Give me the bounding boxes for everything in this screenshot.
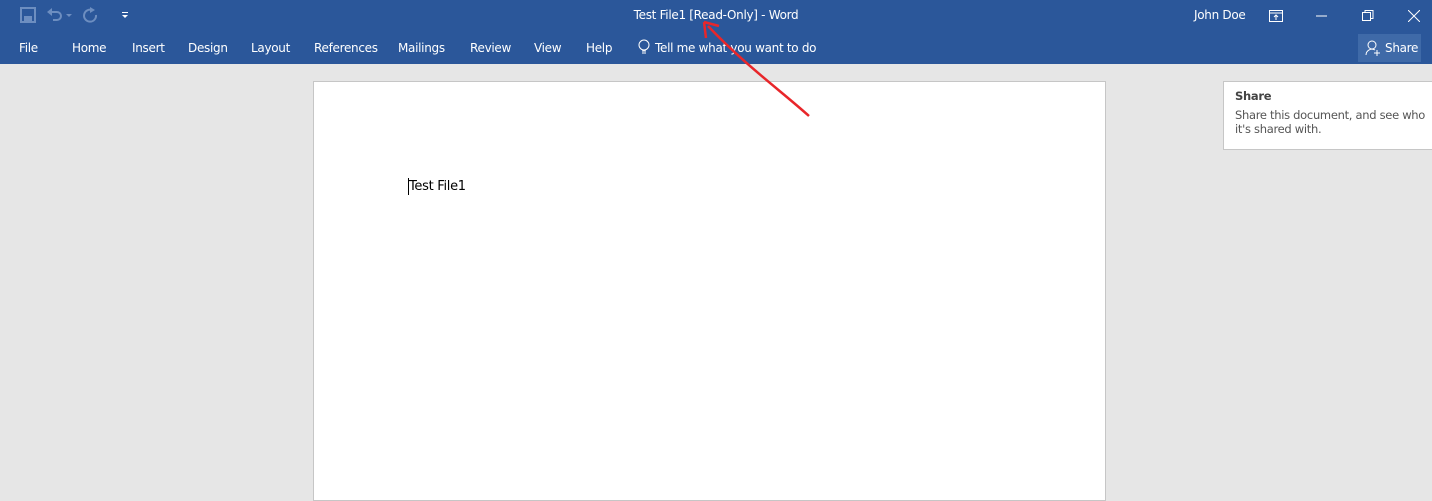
tab-references[interactable]: References [314, 41, 378, 55]
document-page[interactable]: Test File1 [313, 81, 1106, 501]
close-icon [1408, 10, 1420, 22]
share-tooltip: Share Share this document, and see who i… [1223, 81, 1432, 150]
title-bar: Test File1 [Read-Only] - Word John Doe [0, 0, 1432, 32]
ribbon-display-options-button[interactable] [1253, 0, 1299, 32]
tab-review[interactable]: Review [470, 41, 511, 55]
restore-button[interactable] [1345, 0, 1391, 32]
tab-insert[interactable]: Insert [132, 41, 165, 55]
tab-view[interactable]: View [534, 41, 562, 55]
tell-me-label: Tell me what you want to do [655, 41, 817, 55]
share-button[interactable]: Share [1358, 34, 1421, 62]
tell-me-search[interactable]: Tell me what you want to do [638, 39, 817, 55]
tab-file[interactable]: File [19, 41, 38, 55]
close-button[interactable] [1391, 0, 1432, 32]
tab-mailings[interactable]: Mailings [398, 41, 445, 55]
tab-help[interactable]: Help [586, 41, 612, 55]
lightbulb-icon [638, 39, 650, 54]
minimize-button[interactable] [1299, 0, 1345, 32]
ribbon-display-icon [1269, 10, 1283, 22]
ribbon-tabs: File Home Insert Design Layout Reference… [0, 32, 1432, 64]
restore-icon [1362, 10, 1374, 21]
tab-design[interactable]: Design [188, 41, 228, 55]
tab-home[interactable]: Home [72, 41, 107, 55]
add-person-icon [1365, 40, 1380, 56]
minimize-icon [1316, 15, 1327, 17]
share-label: Share [1385, 41, 1419, 55]
tooltip-title: Share [1235, 89, 1272, 103]
user-name[interactable]: John Doe [1194, 8, 1246, 22]
document-text[interactable]: Test File1 [409, 179, 466, 194]
tooltip-body: Share this document, and see who it's sh… [1235, 108, 1426, 136]
tab-layout[interactable]: Layout [251, 41, 290, 55]
